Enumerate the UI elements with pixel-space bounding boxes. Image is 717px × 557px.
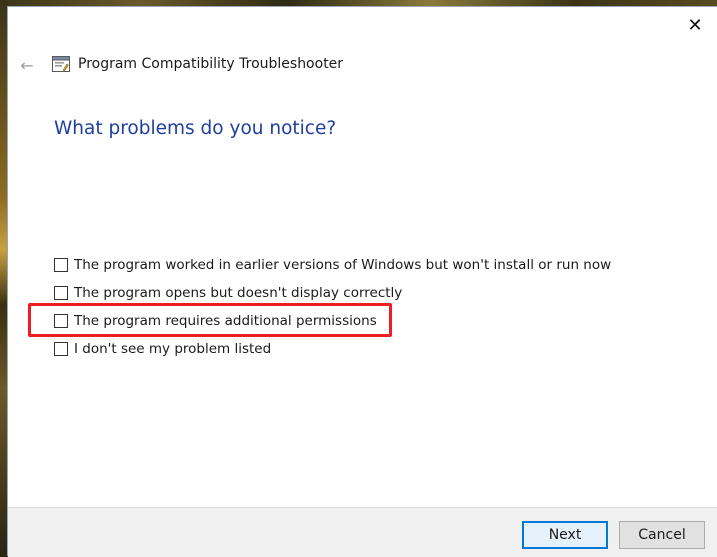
troubleshooter-window: ✕ ← Program Compatibility Troubleshooter… — [7, 6, 717, 557]
window-title: Program Compatibility Troubleshooter — [78, 56, 344, 72]
checkbox[interactable] — [54, 314, 68, 328]
option-label: The program opens but doesn't display co… — [74, 285, 403, 301]
checkbox[interactable] — [54, 258, 68, 272]
option-additional-permissions[interactable]: The program requires additional permissi… — [54, 313, 377, 329]
back-button[interactable]: ← — [15, 55, 39, 75]
option-display-incorrectly[interactable]: The program opens but doesn't display co… — [54, 285, 402, 301]
back-arrow-icon: ← — [20, 55, 34, 75]
window-title-row: Program Compatibility Troubleshooter — [52, 56, 343, 72]
option-label: I don't see my problem listed — [74, 341, 272, 357]
desktop-background-left — [0, 0, 7, 555]
footer-bar — [8, 507, 717, 557]
cancel-button[interactable]: Cancel — [619, 521, 705, 549]
checkbox[interactable] — [54, 342, 68, 356]
page-heading: What problems do you notice? — [54, 118, 337, 139]
next-button[interactable]: Next — [522, 521, 608, 549]
option-label: The program requires additional permissi… — [74, 313, 377, 329]
troubleshooter-window-icon — [52, 56, 70, 72]
close-button[interactable]: ✕ — [672, 7, 717, 43]
option-earlier-versions[interactable]: The program worked in earlier versions o… — [54, 257, 611, 273]
option-label: The program worked in earlier versions o… — [74, 257, 612, 273]
close-icon: ✕ — [687, 14, 703, 36]
option-problem-not-listed[interactable]: I don't see my problem listed — [54, 341, 271, 357]
checkbox[interactable] — [54, 286, 68, 300]
